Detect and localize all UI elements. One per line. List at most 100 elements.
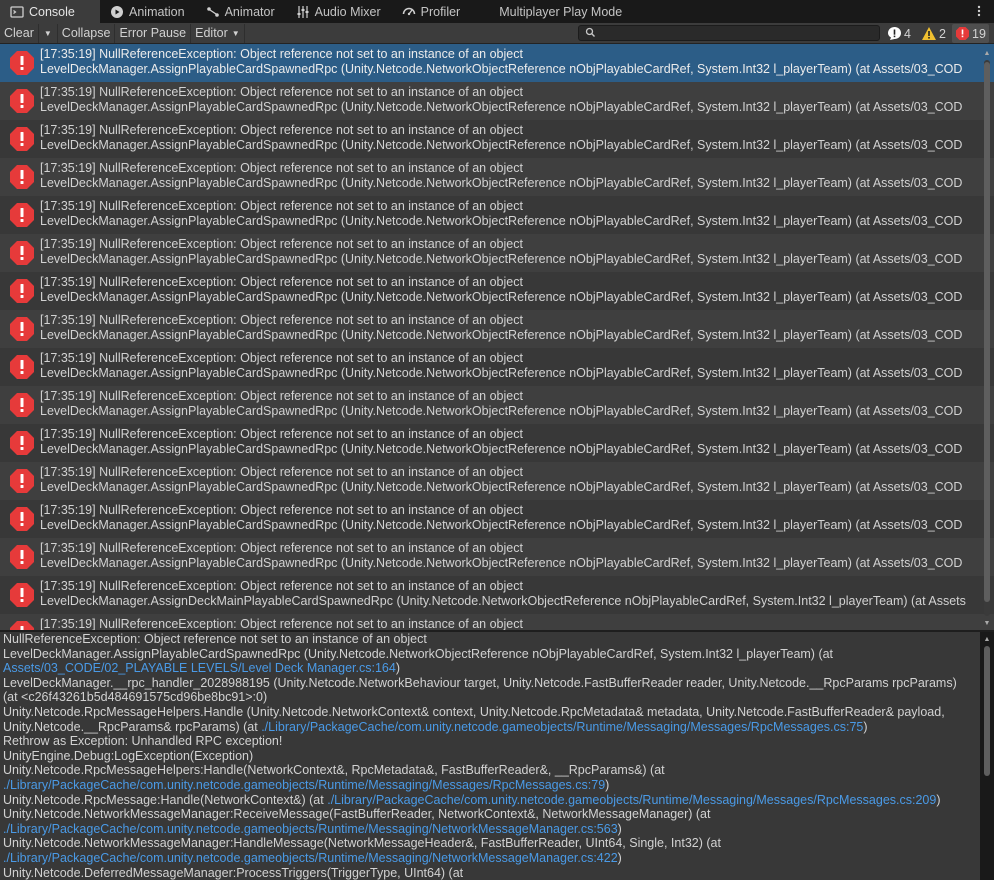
scroll-up-icon[interactable]: ▲ — [982, 48, 992, 58]
stack-trace-text: Unity.Netcode.NetworkMessageManager:Hand… — [3, 836, 721, 851]
log-entry-row[interactable]: [17:35:19] NullReferenceException: Objec… — [0, 272, 994, 310]
stack-trace-line: (at <c26f43261b5d484691575cd96be8bc91>:0… — [3, 690, 980, 705]
error-pause-toggle[interactable]: Error Pause — [115, 23, 192, 43]
collapse-label: Collapse — [61, 26, 111, 40]
stack-trace-text: UnityEngine.Debug:LogException(Exception… — [3, 748, 254, 763]
tab-label: Audio Mixer — [314, 4, 381, 19]
animation-icon — [110, 5, 124, 19]
stack-trace-text: Rethrow as Exception: Unhandled RPC exce… — [3, 734, 283, 749]
stack-trace-text: LevelDeckManager.AssignPlayableCardSpawn… — [3, 646, 834, 661]
stack-trace-line: Unity.Netcode.RpcMessageHelpers:Handle(N… — [3, 763, 980, 778]
tab-animation[interactable]: Animation — [100, 0, 196, 23]
log-entry-row[interactable]: [17:35:19] NullReferenceException: Objec… — [0, 158, 994, 196]
log-entry-row[interactable]: [17:35:19] NullReferenceException: Objec… — [0, 462, 994, 500]
collapse-toggle[interactable]: Collapse — [58, 23, 116, 43]
log-entry-message: [17:35:19] NullReferenceException: Objec… — [40, 503, 523, 517]
log-entry-row[interactable]: [17:35:19] NullReferenceException: Objec… — [0, 386, 994, 424]
info-count-toggle[interactable]: 4 — [887, 24, 911, 43]
clear-button[interactable]: Clear — [0, 23, 39, 43]
stack-trace-line: Unity.Netcode.NetworkMessageManager:Rece… — [3, 807, 980, 822]
source-file-link[interactable]: ./Library/PackageCache/com.unity.netcode… — [3, 822, 618, 836]
log-entry-row[interactable]: [17:35:19] NullReferenceException: Objec… — [0, 82, 994, 120]
log-entry-message: [17:35:19] NullReferenceException: Objec… — [40, 275, 523, 289]
log-entry-row[interactable]: [17:35:19] NullReferenceException: Objec… — [0, 538, 994, 576]
audio-mixer-icon — [296, 5, 310, 19]
log-entry-location: LevelDeckManager.AssignPlayableCardSpawn… — [40, 366, 963, 380]
editor-target-dropdown[interactable]: Editor ▼ — [191, 23, 245, 43]
error-icon — [9, 582, 35, 608]
stack-trace-line: ./Library/PackageCache/com.unity.netcode… — [3, 778, 980, 793]
error-icon — [9, 164, 35, 190]
warning-icon — [921, 26, 937, 41]
log-entry-location: LevelDeckManager.AssignDeckMainPlayableC… — [40, 594, 966, 608]
scrollbar-thumb[interactable] — [984, 646, 990, 776]
info-count: 4 — [904, 26, 911, 41]
tab-profiler[interactable]: Profiler — [392, 0, 472, 23]
log-entry-message: [17:35:19] NullReferenceException: Objec… — [40, 85, 523, 99]
log-entry-location: LevelDeckManager.AssignPlayableCardSpawn… — [40, 176, 963, 190]
error-icon — [9, 430, 35, 456]
stack-trace-text: Unity.Netcode.RpcMessageHelpers.Handle (… — [3, 704, 945, 719]
log-entry-row[interactable]: [17:35:19] NullReferenceException: Objec… — [0, 500, 994, 538]
stack-trace-line: ./Library/PackageCache/com.unity.netcode… — [3, 822, 980, 837]
stack-trace-line: Unity.Netcode.RpcMessageHelpers.Handle (… — [3, 705, 980, 720]
source-file-link[interactable]: ./Library/PackageCache/com.unity.netcode… — [3, 851, 618, 865]
error-count: 19 — [972, 26, 986, 41]
tab-label: Animator — [224, 4, 275, 19]
log-entry-message: [17:35:19] NullReferenceException: Objec… — [40, 427, 523, 441]
log-entry-row[interactable]: [17:35:19] NullReferenceException: Objec… — [0, 44, 994, 82]
log-entry-row[interactable]: [17:35:19] NullReferenceException: Objec… — [0, 234, 994, 272]
scrollbar-thumb[interactable] — [984, 62, 990, 602]
scroll-down-icon[interactable]: ▼ — [982, 618, 992, 628]
stack-trace-text: Unity.Netcode.__RpcParams& rpcParams) (a… — [3, 719, 262, 734]
error-count-toggle[interactable]: 19 — [952, 24, 989, 43]
stack-trace-line: Unity.Netcode.DeferredMessageManager:Pro… — [3, 866, 980, 880]
error-icon — [955, 26, 970, 41]
log-entry-location: LevelDeckManager.AssignPlayableCardSpawn… — [40, 290, 963, 304]
log-entry-row[interactable]: [17:35:19] NullReferenceException: Objec… — [0, 424, 994, 462]
stack-trace-scrollbar[interactable]: ▲ — [982, 634, 992, 880]
log-entry-location: LevelDeckManager.AssignPlayableCardSpawn… — [40, 214, 963, 228]
warning-count: 2 — [939, 26, 946, 41]
log-entry-location: LevelDeckManager.AssignPlayableCardSpawn… — [40, 518, 963, 532]
stack-trace-line: ./Library/PackageCache/com.unity.netcode… — [3, 851, 980, 866]
log-entry-row[interactable]: [17:35:19] NullReferenceException: Objec… — [0, 120, 994, 158]
console-icon — [10, 5, 24, 19]
log-entry-location: LevelDeckManager.AssignPlayableCardSpawn… — [40, 404, 963, 418]
tab-audio-mixer[interactable]: Audio Mixer — [286, 0, 392, 23]
error-icon — [9, 126, 35, 152]
scroll-up-icon[interactable]: ▲ — [982, 634, 992, 644]
error-icon — [9, 506, 35, 532]
log-list-scrollbar[interactable]: ▲ ▼ — [982, 48, 992, 628]
tab-multiplayer-play-mode[interactable]: Multiplayer Play Mode — [471, 0, 633, 23]
chevron-down-icon: ▼ — [43, 28, 52, 38]
stack-trace-line: Rethrow as Exception: Unhandled RPC exce… — [3, 734, 980, 749]
tab-animator[interactable]: Animator — [196, 0, 286, 23]
log-entry-row[interactable]: [17:35:19] NullReferenceException: Objec… — [0, 310, 994, 348]
clear-options-dropdown[interactable]: ▼ — [39, 23, 58, 43]
stack-trace-pane: NullReferenceException: Object reference… — [0, 632, 980, 880]
log-entry-row[interactable]: [17:35:19] NullReferenceException: Objec… — [0, 576, 994, 614]
stack-trace-text: ) — [863, 719, 868, 734]
animator-icon — [206, 5, 220, 19]
log-entry-message: [17:35:19] NullReferenceException: Objec… — [40, 541, 523, 555]
log-entry-location: LevelDeckManager.AssignPlayableCardSpawn… — [40, 138, 963, 152]
stack-trace-text: ) — [605, 777, 610, 792]
warning-count-toggle[interactable]: 2 — [921, 24, 946, 43]
log-entry-row[interactable]: [17:35:19] NullReferenceException: Objec… — [0, 614, 994, 630]
source-file-link[interactable]: ./Library/PackageCache/com.unity.netcode… — [327, 793, 936, 807]
log-entry-row[interactable]: [17:35:19] NullReferenceException: Objec… — [0, 196, 994, 234]
log-entry-row[interactable]: [17:35:19] NullReferenceException: Objec… — [0, 348, 994, 386]
source-file-link[interactable]: ./Library/PackageCache/com.unity.netcode… — [3, 778, 605, 792]
stack-trace-text: Unity.Netcode.RpcMessageHelpers:Handle(N… — [3, 763, 665, 778]
more-options-icon[interactable] — [972, 2, 986, 20]
log-entry-location: LevelDeckManager.AssignPlayableCardSpawn… — [40, 100, 963, 114]
tab-console[interactable]: Console — [0, 0, 100, 23]
stack-trace-text: Unity.Netcode.NetworkMessageManager:Rece… — [3, 807, 711, 822]
tab-label: Animation — [129, 4, 185, 19]
stack-trace-text: ) — [617, 821, 622, 836]
source-file-link[interactable]: ./Library/PackageCache/com.unity.netcode… — [261, 720, 863, 734]
search-input[interactable] — [578, 25, 880, 41]
source-file-link[interactable]: Assets/03_CODE/02_PLAYABLE LEVELS/Level … — [3, 661, 396, 675]
tab-label: Console — [29, 4, 75, 19]
